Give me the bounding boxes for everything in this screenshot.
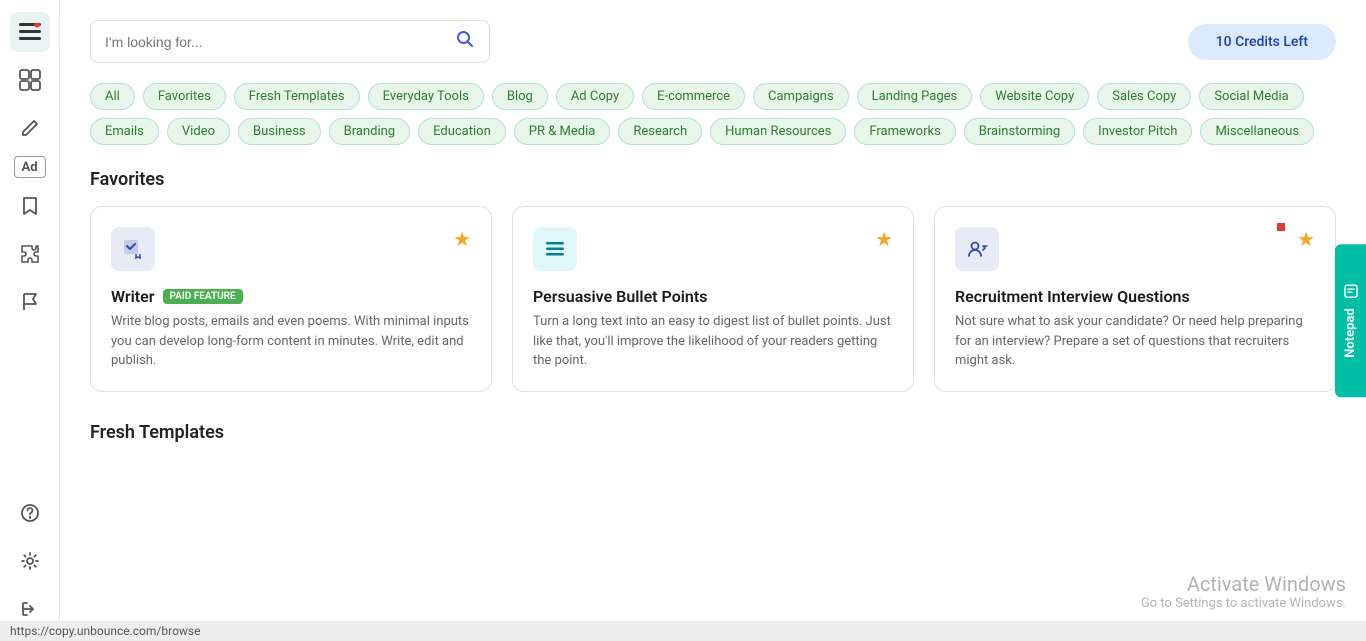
sidebar-icon-help[interactable] xyxy=(10,493,50,533)
tag-research[interactable]: Research xyxy=(618,118,702,145)
search-area: 10 Credits Left xyxy=(90,20,1336,63)
card-bullet-title: Persuasive Bullet Points xyxy=(533,287,893,306)
tag-video[interactable]: Video xyxy=(167,118,230,145)
sidebar-icon-layers[interactable] xyxy=(10,12,50,52)
tag-landing-pages[interactable]: Landing Pages xyxy=(857,83,973,110)
card-writer-header: ★ xyxy=(111,227,471,271)
notification-dot xyxy=(1277,223,1285,231)
tag-everyday-tools[interactable]: Everyday Tools xyxy=(368,83,484,110)
fresh-templates-section: Fresh Templates xyxy=(90,422,1336,443)
sidebar-icon-stack[interactable] xyxy=(10,60,50,100)
status-url: https://copy.unbounce.com/browse xyxy=(10,624,200,638)
favorites-cards-grid: ★ Writer PAID FEATURE Write blog posts, … xyxy=(90,206,1336,392)
card-bullet-header: ★ xyxy=(533,227,893,271)
card-recruitment-title: Recruitment Interview Questions xyxy=(955,287,1315,306)
filter-tags: All Favorites Fresh Templates Everyday T… xyxy=(90,83,1336,145)
sidebar-icon-bookmark[interactable] xyxy=(10,186,50,226)
tag-brainstorming[interactable]: Brainstorming xyxy=(964,118,1075,145)
tag-frameworks[interactable]: Frameworks xyxy=(854,118,955,145)
card-writer-title: Writer PAID FEATURE xyxy=(111,287,471,306)
tag-all[interactable]: All xyxy=(90,83,135,110)
paid-badge: PAID FEATURE xyxy=(163,289,243,304)
card-bullet-desc: Turn a long text into an easy to digest … xyxy=(533,312,893,371)
tag-education[interactable]: Education xyxy=(418,118,506,145)
tag-fresh-templates[interactable]: Fresh Templates xyxy=(234,83,360,110)
tag-campaigns[interactable]: Campaigns xyxy=(753,83,849,110)
main-content: 10 Credits Left All Favorites Fresh Temp… xyxy=(60,0,1366,641)
card-bullet-star[interactable]: ★ xyxy=(875,227,893,251)
sidebar-icon-settings[interactable] xyxy=(10,541,50,581)
tag-business[interactable]: Business xyxy=(238,118,321,145)
tag-ad-copy[interactable]: Ad Copy xyxy=(556,83,634,110)
favorites-section: Favorites ★ Writer PAID FEATUR xyxy=(90,169,1336,392)
tag-social-media[interactable]: Social Media xyxy=(1199,83,1303,110)
card-recruitment[interactable]: ★ Recruitment Interview Questions Not su… xyxy=(934,206,1336,392)
fresh-templates-title: Fresh Templates xyxy=(90,422,1336,443)
notepad-label: Notepad xyxy=(1343,308,1358,358)
status-bar: https://copy.unbounce.com/browse xyxy=(0,621,1366,641)
card-writer-desc: Write blog posts, emails and even poems.… xyxy=(111,312,471,371)
sidebar-icon-ad[interactable]: Ad xyxy=(14,156,46,178)
sidebar: Ad xyxy=(0,0,60,641)
card-recruitment-desc: Not sure what to ask your candidate? Or … xyxy=(955,312,1315,371)
sidebar-icon-flag[interactable] xyxy=(10,282,50,322)
tag-ecommerce[interactable]: E-commerce xyxy=(642,83,745,110)
tag-investor-pitch[interactable]: Investor Pitch xyxy=(1083,118,1192,145)
search-box[interactable] xyxy=(90,20,490,63)
card-bullet-points[interactable]: ★ Persuasive Bullet Points Turn a long t… xyxy=(512,206,914,392)
ad-label: Ad xyxy=(21,160,37,175)
card-recruitment-header: ★ xyxy=(955,227,1315,271)
tag-pr-media[interactable]: PR & Media xyxy=(514,118,611,145)
card-writer[interactable]: ★ Writer PAID FEATURE Write blog posts, … xyxy=(90,206,492,392)
notepad-tab[interactable]: Notepad xyxy=(1335,244,1366,398)
tag-branding[interactable]: Branding xyxy=(329,118,410,145)
card-recruitment-icon xyxy=(955,227,999,271)
sidebar-icon-edit[interactable] xyxy=(10,108,50,148)
tag-human-resources[interactable]: Human Resources xyxy=(710,118,846,145)
tag-website-copy[interactable]: Website Copy xyxy=(980,83,1089,110)
sidebar-icon-puzzle[interactable] xyxy=(10,234,50,274)
card-recruitment-star[interactable]: ★ xyxy=(1297,227,1315,251)
tag-favorites[interactable]: Favorites xyxy=(143,83,226,110)
notepad-icon xyxy=(1344,284,1358,298)
tag-sales-copy[interactable]: Sales Copy xyxy=(1097,83,1191,110)
credits-badge: 10 Credits Left xyxy=(1188,24,1336,60)
tag-blog[interactable]: Blog xyxy=(492,83,548,110)
favorites-title: Favorites xyxy=(90,169,1336,190)
card-writer-icon xyxy=(111,227,155,271)
search-icon xyxy=(455,29,475,54)
card-bullet-icon xyxy=(533,227,577,271)
tag-emails[interactable]: Emails xyxy=(90,118,159,145)
card-writer-star[interactable]: ★ xyxy=(453,227,471,251)
tag-miscellaneous[interactable]: Miscellaneous xyxy=(1200,118,1314,145)
search-input[interactable] xyxy=(105,34,447,50)
